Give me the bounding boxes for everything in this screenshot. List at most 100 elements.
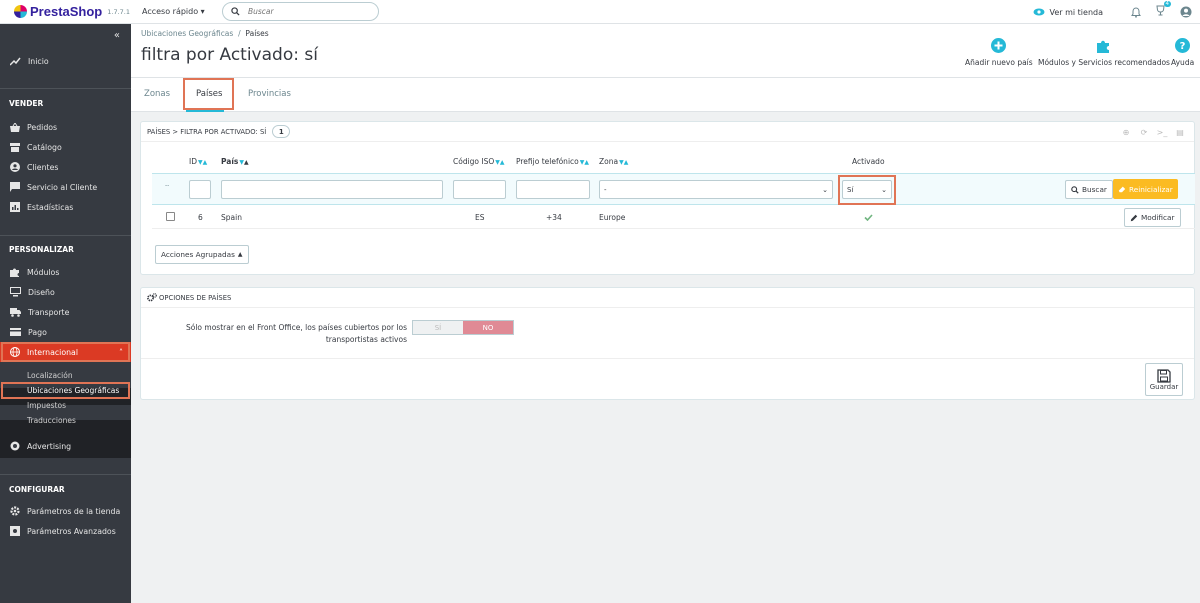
eraser-icon — [1118, 186, 1126, 193]
breadcrumb-parent[interactable]: Ubicaciones Geográficas — [141, 29, 233, 38]
col-iso[interactable]: Código ISO▼▲ — [453, 157, 505, 166]
account-circle-icon — [10, 162, 20, 172]
col-id[interactable]: ID▼▲ — [189, 157, 207, 166]
search-button[interactable]: Buscar — [1065, 180, 1113, 199]
col-id-label: ID — [189, 157, 197, 166]
carrier-countries-toggle[interactable]: SÍ NO — [412, 320, 514, 335]
row-checkbox[interactable] — [166, 212, 175, 221]
sidebar-item-advanced-params[interactable]: Parámetros Avanzados — [0, 521, 131, 541]
collapse-sidebar-icon[interactable]: « — [114, 30, 120, 41]
cart-notification[interactable]: 4 — [1155, 1, 1171, 19]
sidebar-item-international[interactable]: Internacional ˄ — [0, 342, 131, 362]
database-icon[interactable]: ▤ — [1172, 126, 1188, 139]
sidebar-item-label: Servicio al Cliente — [27, 182, 98, 192]
chat-icon — [10, 182, 20, 192]
submenu-item-translations[interactable]: Traducciones — [27, 416, 76, 425]
sidebar-item-shipping[interactable]: Transporte — [0, 302, 131, 322]
filter-country-input[interactable] — [221, 180, 443, 199]
sidebar-item-catalog[interactable]: Catálogo — [0, 137, 131, 157]
add-country-button[interactable]: Añadir nuevo país — [965, 38, 1033, 67]
sidebar-item-label: Pedidos — [27, 122, 58, 132]
sidebar: « Inicio VENDER Pedidos Catálogo Cliente… — [0, 24, 131, 603]
puzzle-icon — [10, 268, 19, 277]
filter-iso-input[interactable] — [453, 180, 506, 199]
search-box[interactable] — [222, 2, 379, 21]
page-header: Ubicaciones Geográficas / Países filtra … — [131, 24, 1200, 78]
sidebar-item-label: Parámetros de la tienda — [27, 506, 121, 516]
section-title-customize: PERSONALIZAR — [9, 245, 74, 254]
cell-id: 6 — [198, 213, 203, 222]
sql-terminal-icon[interactable]: >_ — [1154, 126, 1170, 139]
sidebar-item-modules[interactable]: Módulos — [0, 262, 131, 282]
monitor-icon — [10, 287, 21, 297]
front-office-option-label: Sólo mostrar en el Front Office, los paí… — [186, 323, 407, 344]
add-icon[interactable]: ⊕ — [1118, 126, 1134, 139]
tab-countries[interactable]: Países — [196, 89, 222, 99]
countries-list-panel: PAÍSES > FILTRA POR ACTIVADO: SÍ 1 ⊕ ⟳ >… — [140, 121, 1195, 275]
cell-iso: ES — [475, 213, 485, 222]
col-zone[interactable]: Zona▼▲ — [599, 157, 628, 166]
sidebar-item-label: Catálogo — [27, 142, 62, 152]
check-icon[interactable] — [864, 214, 873, 221]
table-row[interactable]: 6 Spain ES +34 Europe Modificar — [152, 206, 1195, 229]
save-button-label: Guardar — [1149, 382, 1179, 391]
col-country-label: País — [221, 157, 239, 166]
tab-bar: Zonas Países Provincias — [131, 78, 1200, 112]
col-prefix-label: Prefijo telefónico — [516, 157, 579, 166]
trophy-icon — [1156, 5, 1165, 16]
prestashop-logo-icon — [14, 5, 27, 18]
filter-prefix-input[interactable] — [516, 180, 590, 199]
toggle-no[interactable]: NO — [463, 321, 513, 334]
store-icon — [10, 142, 20, 152]
basket-icon — [10, 122, 20, 132]
reset-button[interactable]: Reinicializar — [1113, 179, 1178, 199]
tab-states[interactable]: Provincias — [248, 89, 291, 99]
panel-toolbar: ⊕ ⟳ >_ ▤ — [1116, 126, 1188, 139]
bell-icon[interactable] — [1131, 6, 1141, 18]
sort-arrows-icon[interactable]: ▼▲ — [619, 159, 628, 166]
submenu-item-taxes[interactable]: Impuestos — [27, 401, 66, 410]
user-account-icon[interactable] — [1180, 6, 1192, 18]
sort-arrows-icon[interactable]: ▼▲ — [198, 159, 207, 166]
sidebar-item-shop-params[interactable]: Parámetros de la tienda — [0, 501, 131, 521]
col-active: Activado — [852, 157, 885, 166]
quick-access-menu[interactable]: Acceso rápido ▾ — [142, 7, 222, 16]
filter-id-input[interactable] — [189, 180, 211, 199]
panel-heading: PAÍSES > FILTRA POR ACTIVADO: SÍ 1 — [141, 122, 1194, 142]
filter-active-select[interactable]: Sí ⌄ — [842, 180, 892, 199]
page-title: filtra por Activado: sí — [141, 45, 318, 65]
refresh-icon[interactable]: ⟳ — [1136, 126, 1152, 139]
save-button[interactable]: Guardar — [1145, 363, 1183, 396]
view-store-link[interactable]: Ver mi tienda — [1033, 8, 1103, 17]
sort-arrows-icon[interactable]: ▼▲ — [495, 159, 504, 166]
sidebar-item-home[interactable]: Inicio — [0, 51, 131, 71]
sidebar-item-customers[interactable]: Clientes — [0, 157, 131, 177]
logo[interactable]: PrestaShop 1.7.7.1 — [14, 4, 134, 19]
bulk-actions-button[interactable]: Acciones Agrupadas ▲ — [155, 245, 249, 264]
sort-arrows-icon[interactable]: ▼▲ — [239, 159, 248, 166]
sidebar-item-stats[interactable]: Estadísticas — [0, 197, 131, 217]
toggle-yes[interactable]: SÍ — [413, 321, 463, 334]
globe-icon — [10, 347, 20, 357]
tab-zones[interactable]: Zonas — [144, 89, 170, 99]
submenu-item-locations[interactable]: Ubicaciones Geográficas — [27, 386, 119, 395]
help-button[interactable]: ? Ayuda — [1171, 38, 1194, 67]
puzzle-icon — [1096, 40, 1109, 53]
sidebar-item-payment[interactable]: Pago — [0, 322, 131, 342]
search-button-label: Buscar — [1082, 185, 1107, 194]
sidebar-item-advertising[interactable]: Advertising — [0, 436, 131, 456]
sidebar-item-label: Pago — [28, 327, 47, 337]
col-country[interactable]: País▼▲ — [221, 157, 249, 166]
sidebar-item-orders[interactable]: Pedidos — [0, 117, 131, 137]
col-prefix[interactable]: Prefijo telefónico▼▲ — [516, 157, 589, 166]
submenu-item-localization[interactable]: Localización — [27, 371, 73, 380]
chevron-down-icon: ⌄ — [881, 185, 887, 194]
count-badge: 1 — [272, 125, 291, 138]
recommended-modules-button[interactable]: Módulos y Servicios recomendados — [1038, 38, 1170, 67]
edit-button[interactable]: Modificar — [1124, 208, 1181, 227]
sort-arrows-icon[interactable]: ▼▲ — [580, 159, 589, 166]
filter-zone-select[interactable]: - ⌄ — [599, 180, 833, 199]
search-input[interactable] — [248, 7, 358, 16]
sidebar-item-design[interactable]: Diseño — [0, 282, 131, 302]
sidebar-item-customer-service[interactable]: Servicio al Cliente — [0, 177, 131, 197]
